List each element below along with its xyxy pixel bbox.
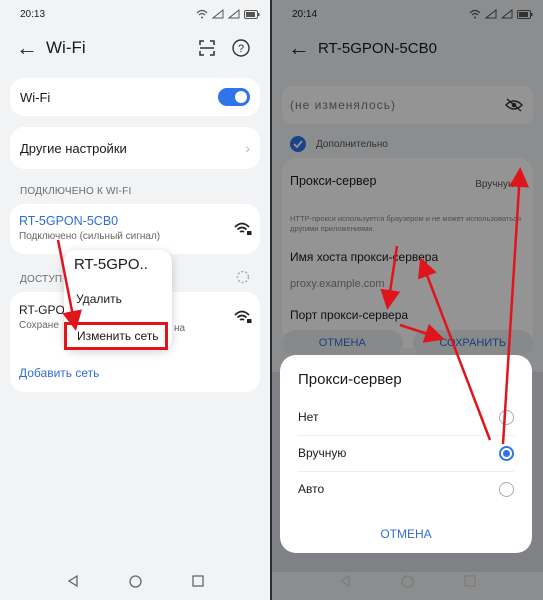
wifi-toggle-row[interactable]: Wi-Fi	[10, 78, 260, 116]
nav-bar-right	[272, 562, 543, 600]
dialog-title: Прокси-сервер	[298, 371, 402, 388]
status-time: 20:13	[20, 8, 46, 20]
available-network-row[interactable]: RT-GPO Сохране	[19, 303, 65, 331]
status-bar: 20:13	[0, 0, 270, 28]
menu-item-delete[interactable]: Удалить	[76, 292, 122, 306]
context-menu-title: RT-5GPO..	[74, 256, 148, 273]
radio-manual[interactable]	[499, 445, 514, 461]
right-screen: 20:14 ← RT-5GPON-5CB0 (не изменялось) До…	[272, 0, 543, 600]
available-network-status-prefix: Сохране	[19, 320, 59, 331]
option-manual-label: Вручную	[298, 446, 347, 460]
nav-back-icon[interactable]	[339, 575, 351, 587]
page-title: Wi-Fi	[46, 38, 86, 57]
available-section-header: ДОСТУП	[20, 274, 63, 285]
title-bar: ← Wi-Fi ?	[0, 28, 270, 68]
option-manual[interactable]: Вручную	[298, 435, 514, 471]
dialog-cancel-button[interactable]: ОТМЕНА	[280, 527, 532, 541]
nav-back-icon[interactable]	[67, 575, 79, 587]
scan-qr-icon[interactable]	[190, 40, 224, 56]
wifi-toggle[interactable]	[218, 88, 250, 106]
back-arrow-icon[interactable]: ←	[16, 35, 46, 61]
chevron-right-icon: ›	[245, 140, 250, 156]
connected-network-status: Подключено (сильный сигнал)	[19, 231, 161, 242]
option-none-label: Нет	[298, 410, 319, 424]
option-auto-label: Авто	[298, 482, 325, 496]
radio-none[interactable]	[499, 409, 514, 425]
other-settings-row[interactable]: Другие настройки ›	[10, 127, 260, 169]
status-icons	[196, 9, 260, 19]
available-network-name: RT-GPO	[19, 303, 65, 317]
connected-network-name: RT-5GPON-5CB0	[19, 214, 119, 228]
menu-item-edit-network[interactable]: Изменить сеть	[64, 322, 168, 350]
other-settings-label: Другие настройки	[20, 140, 127, 156]
wifi-lock-icon	[234, 222, 252, 235]
proxy-dialog: Прокси-сервер Нет Вручную Авто ОТМЕНА	[280, 355, 532, 553]
left-screen: 20:13 ← Wi-Fi ? Wi-Fi Другие настройки ›…	[0, 0, 270, 600]
battery-icon	[244, 9, 260, 19]
connected-section-header: ПОДКЛЮЧЕНО К WI-FI	[20, 186, 132, 197]
help-icon[interactable]: ?	[224, 39, 258, 57]
option-none[interactable]: Нет	[298, 399, 514, 435]
svg-text:?: ?	[238, 43, 244, 55]
wifi-toggle-label: Wi-Fi	[20, 89, 51, 105]
option-auto[interactable]: Авто	[298, 471, 514, 507]
nav-home-icon[interactable]	[128, 574, 142, 588]
available-network-status-suffix: на	[174, 323, 186, 334]
wifi-signal-icon	[196, 9, 208, 19]
nav-recents-icon[interactable]	[191, 575, 204, 587]
cellular-signal-icon-2	[228, 9, 240, 19]
nav-home-icon[interactable]	[401, 574, 414, 588]
cellular-signal-icon	[212, 9, 224, 19]
loading-spinner-icon	[236, 270, 250, 284]
connected-network-row[interactable]: RT-5GPON-5CB0 Подключено (сильный сигнал…	[10, 204, 260, 254]
context-menu: RT-5GPO.. Удалить Изменить сеть	[64, 250, 172, 350]
radio-auto[interactable]	[499, 481, 514, 497]
nav-recents-icon[interactable]	[464, 575, 476, 587]
wifi-lock-icon-2	[234, 310, 252, 323]
add-network-link[interactable]: Добавить сеть	[19, 366, 99, 380]
nav-bar	[0, 562, 270, 600]
